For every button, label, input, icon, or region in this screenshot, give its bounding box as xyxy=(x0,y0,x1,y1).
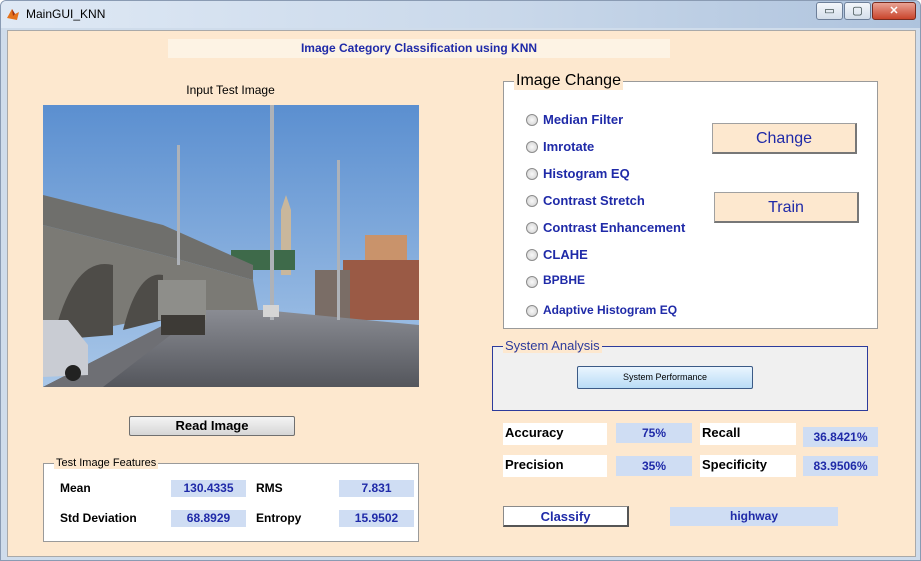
bpbhe-label[interactable]: BPBHE xyxy=(543,273,585,287)
close-icon: ✕ xyxy=(889,5,899,17)
input-image-label: Input Test Image xyxy=(186,83,275,97)
maximize-button[interactable]: ▢ xyxy=(844,2,871,20)
read-image-button[interactable]: Read Image xyxy=(129,416,295,436)
std-deviation-label: Std Deviation xyxy=(60,511,137,525)
std-deviation-value: 68.8929 xyxy=(171,510,246,527)
radio-adaptive-histogram-eq[interactable] xyxy=(526,305,538,317)
train-button[interactable]: Train xyxy=(714,192,859,223)
minimize-icon: ▭ xyxy=(824,5,835,17)
matlab-icon xyxy=(7,9,19,20)
radio-clahe[interactable] xyxy=(526,249,538,261)
adaptive-histogram-eq-label[interactable]: Adaptive Histogram EQ xyxy=(543,303,677,317)
mean-label: Mean xyxy=(60,481,91,495)
median-filter-label[interactable]: Median Filter xyxy=(543,112,623,127)
accuracy-value: 75% xyxy=(616,423,692,443)
imrotate-label[interactable]: Imrotate xyxy=(543,139,594,154)
precision-value: 35% xyxy=(616,456,692,476)
radio-median-filter[interactable] xyxy=(526,114,538,126)
classify-button[interactable]: Classify xyxy=(503,506,629,527)
title-bar[interactable]: MainGUI_KNN ▭ ▢ ✕ xyxy=(1,1,920,28)
rms-label: RMS xyxy=(256,481,283,495)
change-button[interactable]: Change xyxy=(712,123,857,154)
entropy-label: Entropy xyxy=(256,511,302,525)
mean-value: 130.4335 xyxy=(171,480,246,497)
image-change-panel: Image Change Median Filter Imrotate Hist… xyxy=(503,72,878,329)
accuracy-label: Accuracy xyxy=(503,423,607,445)
histogram-eq-label[interactable]: Histogram EQ xyxy=(543,166,630,181)
window-title: MainGUI_KNN xyxy=(26,7,106,21)
specificity-value: 83.9506% xyxy=(803,456,878,476)
features-legend: Test Image Features xyxy=(54,457,159,469)
close-button[interactable]: ✕ xyxy=(872,2,916,20)
maximize-icon: ▢ xyxy=(852,5,863,17)
highway-street-photo xyxy=(43,105,419,387)
recall-label: Recall xyxy=(700,423,796,445)
specificity-label: Specificity xyxy=(700,455,796,477)
clahe-label[interactable]: CLAHE xyxy=(543,247,588,262)
page-title: Image Category Classification using KNN xyxy=(168,39,670,58)
app-window: MainGUI_KNN ▭ ▢ ✕ Image Category Classif… xyxy=(0,0,921,561)
classification-result: highway xyxy=(670,507,838,526)
contrast-enhancement-label[interactable]: Contrast Enhancement xyxy=(543,220,685,235)
radio-imrotate[interactable] xyxy=(526,141,538,153)
system-analysis-legend: System Analysis xyxy=(503,338,602,353)
system-analysis-panel: System Analysis System Performance xyxy=(492,338,868,411)
rms-value: 7.831 xyxy=(339,480,414,497)
image-change-legend: Image Change xyxy=(514,72,623,90)
minimize-button[interactable]: ▭ xyxy=(816,2,843,20)
radio-contrast-stretch[interactable] xyxy=(526,195,538,207)
contrast-stretch-label[interactable]: Contrast Stretch xyxy=(543,193,645,208)
test-image-features-panel: Test Image Features Mean 130.4335 RMS 7.… xyxy=(43,457,419,542)
radio-contrast-enhancement[interactable] xyxy=(526,222,538,234)
radio-histogram-eq[interactable] xyxy=(526,168,538,180)
system-performance-button[interactable]: System Performance xyxy=(577,366,753,389)
figure-panel: Image Category Classification using KNN … xyxy=(7,30,916,557)
radio-bpbhe[interactable] xyxy=(526,276,538,288)
entropy-value: 15.9502 xyxy=(339,510,414,527)
precision-label: Precision xyxy=(503,455,607,477)
recall-value: 36.8421% xyxy=(803,427,878,447)
test-image xyxy=(43,105,419,387)
